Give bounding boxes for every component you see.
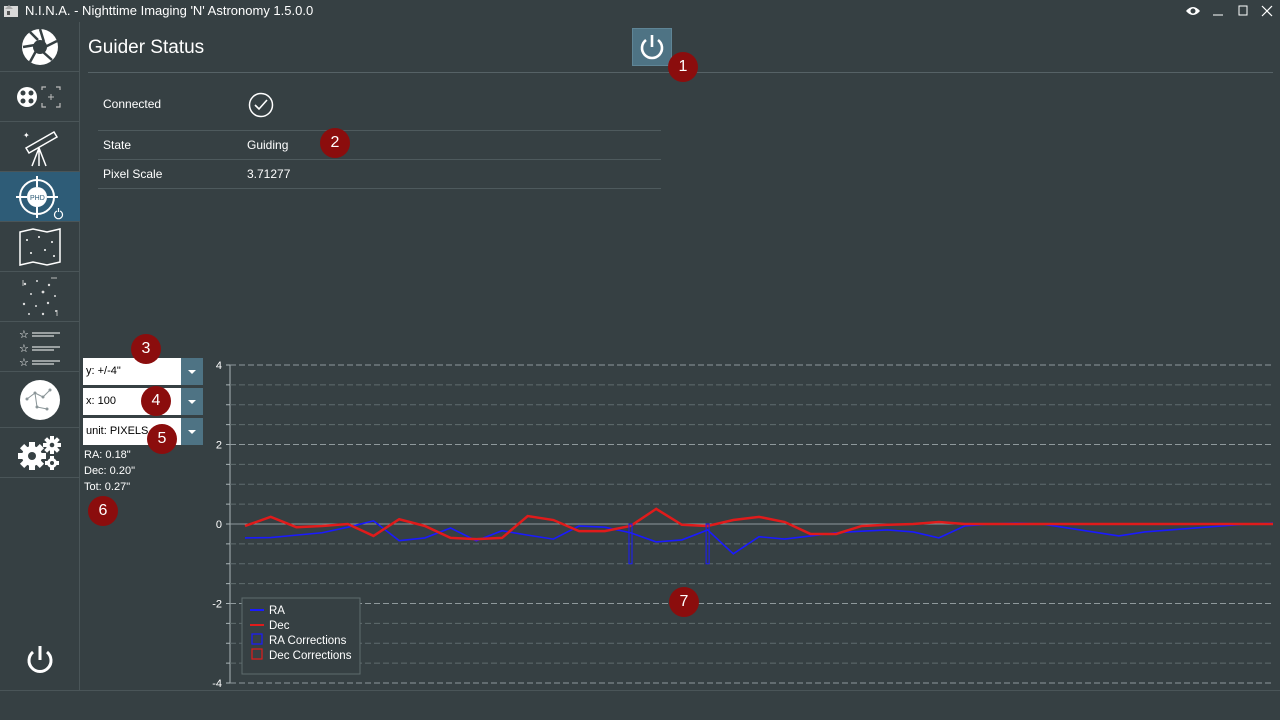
y-tick-label: -4 [212, 678, 222, 690]
pixel-scale-label: Pixel Scale [103, 167, 163, 181]
checkmark-icon [248, 92, 274, 118]
state-label: State [103, 138, 132, 152]
chevron-down-icon[interactable] [181, 418, 203, 445]
svg-text:PHD: PHD [30, 195, 45, 202]
app-power-button[interactable] [25, 644, 55, 676]
legend-label: Dec [269, 620, 290, 632]
close-button[interactable] [1258, 2, 1276, 20]
star-field-icon [22, 277, 58, 316]
legend-label: Dec Corrections [269, 650, 352, 662]
sidebar-item-imaging[interactable] [0, 22, 80, 72]
title-bar: N.I.N.A. - Nighttime Imaging 'N' Astrono… [0, 0, 1280, 22]
state-value: Guiding [247, 138, 289, 152]
sidebar-item-equipment[interactable] [0, 72, 80, 122]
sequence-list-icon: ☆ ☆ ☆ [19, 329, 60, 368]
svg-text:☆: ☆ [19, 343, 29, 355]
svg-text:✦: ✦ [23, 131, 30, 140]
y-tick-label: 4 [216, 360, 222, 372]
sidebar: ✦ PHD ☆ ☆ ☆ [0, 22, 80, 720]
pixel-scale-row: Pixel Scale 3.71277 [98, 160, 661, 188]
y-tick-label: -2 [212, 599, 222, 611]
sidebar-item-settings[interactable] [0, 428, 80, 478]
sidebar-item-guider[interactable]: PHD [0, 172, 80, 222]
sidebar-item-telescope[interactable]: ✦ [0, 122, 80, 172]
y-tick-label: 2 [216, 440, 222, 452]
power-icon [27, 646, 53, 673]
callout-marker: 5 [147, 424, 177, 454]
sidebar-item-framing[interactable] [0, 272, 80, 322]
power-icon [640, 35, 664, 60]
phd-guider-icon: PHD [16, 175, 64, 219]
connected-row: Connected [98, 90, 661, 118]
gears-icon [18, 435, 61, 470]
guide-graph: 4 2 0 -2 -4 RA Dec RA Corrections Dec Correction… [212, 360, 1274, 690]
sky-globe-icon [20, 379, 60, 420]
svg-text:☆: ☆ [19, 329, 29, 341]
maximize-button[interactable] [1234, 2, 1252, 20]
y-scale-value[interactable]: y: +/-4" [83, 358, 181, 385]
map-icon [19, 227, 61, 266]
callout-marker: 4 [141, 386, 171, 416]
pixel-scale-value: 3.71277 [247, 167, 291, 181]
legend-label: RA [269, 605, 285, 617]
y-tick-label: 0 [216, 519, 222, 531]
total-rms-value: Tot: 0.27" [84, 481, 131, 493]
connected-label: Connected [103, 97, 162, 111]
chevron-down-icon[interactable] [181, 358, 203, 385]
dec-rms-value: Dec: 0.20" [84, 465, 135, 477]
legend-label: RA Corrections [269, 635, 347, 647]
status-bar [0, 690, 1280, 720]
minimize-button[interactable] [1209, 2, 1227, 20]
svg-text:☆: ☆ [19, 357, 29, 368]
callout-marker: 1 [668, 52, 698, 82]
camera-aperture-icon [22, 28, 58, 65]
ra-series-line [244, 519, 1274, 555]
guider-connect-button[interactable] [632, 28, 672, 66]
sidebar-item-sequence[interactable]: ☆ ☆ ☆ [0, 322, 80, 372]
telescope-icon: ✦ [23, 130, 59, 166]
sidebar-item-sky-atlas[interactable] [0, 222, 80, 272]
filter-wheel-icon [17, 85, 61, 108]
page-title: Guider Status [88, 37, 205, 58]
sidebar-item-sky[interactable] [0, 372, 80, 428]
ra-rms-value: RA: 0.18" [84, 449, 131, 461]
chevron-down-icon[interactable] [181, 388, 203, 415]
app-logo-icon [4, 5, 18, 17]
window-title: N.I.N.A. - Nighttime Imaging 'N' Astrono… [25, 3, 314, 18]
callout-marker: 2 [320, 128, 350, 158]
callout-marker: 7 [669, 587, 699, 617]
unit-select[interactable]: unit: PIXELS [83, 418, 203, 445]
callout-marker: 6 [88, 496, 118, 526]
callout-marker: 3 [131, 334, 161, 364]
divider [98, 188, 661, 189]
eye-icon[interactable] [1184, 2, 1202, 20]
state-row: State Guiding [98, 131, 661, 159]
